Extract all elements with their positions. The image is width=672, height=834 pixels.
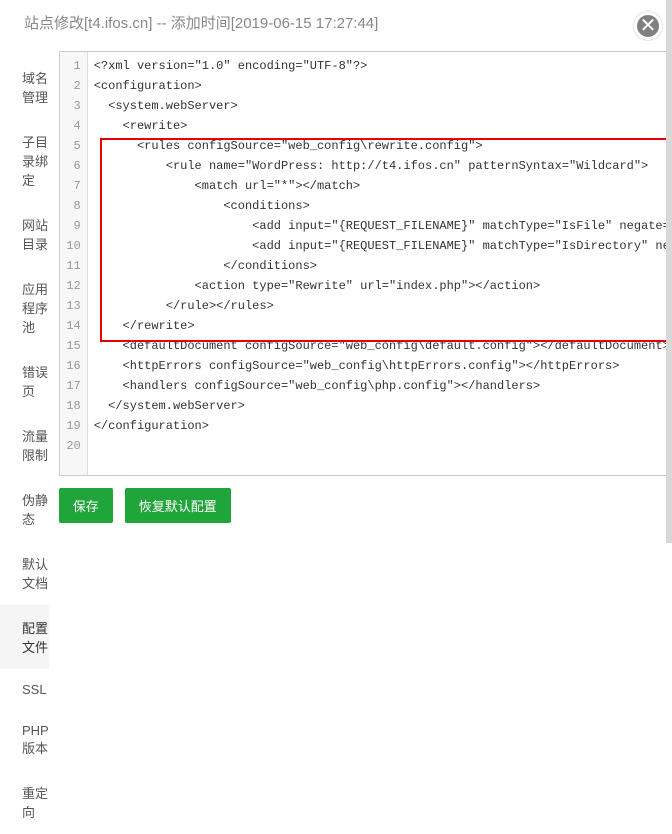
line-number: 20: [60, 436, 87, 456]
line-number: 1: [60, 56, 87, 76]
code-line[interactable]: <system.webServer>: [88, 96, 672, 116]
code-line[interactable]: <handlers configSource="web_config\php.c…: [88, 376, 672, 396]
line-number: 7: [60, 176, 87, 196]
line-number: 12: [60, 276, 87, 296]
line-number: 2: [60, 76, 87, 96]
code-line[interactable]: <conditions>: [88, 196, 672, 216]
footer: 保存 恢复默认配置: [59, 476, 672, 523]
sidebar-item[interactable]: 应用程序池: [0, 266, 49, 349]
line-gutter: 1234567891011121314151617181920: [60, 52, 88, 475]
sidebar-item[interactable]: 域名管理: [0, 55, 49, 119]
main-panel: 1234567891011121314151617181920 <?xml ve…: [49, 43, 672, 533]
code-line[interactable]: <rule name="WordPress: http://t4.ifos.cn…: [88, 156, 672, 176]
close-button[interactable]: ✕: [634, 12, 662, 40]
restore-default-button[interactable]: 恢复默认配置: [125, 488, 231, 523]
code-editor[interactable]: 1234567891011121314151617181920 <?xml ve…: [59, 51, 672, 476]
line-number: 19: [60, 416, 87, 436]
code-line[interactable]: <httpErrors configSource="web_config\htt…: [88, 356, 672, 376]
line-number: 14: [60, 316, 87, 336]
modal-title: 站点修改[t4.ifos.cn] -- 添加时间[2019-06-15 17:2…: [24, 12, 378, 33]
line-number: 8: [60, 196, 87, 216]
code-line[interactable]: <defaultDocument configSource="web_confi…: [88, 336, 672, 356]
sidebar-item[interactable]: 重定向: [0, 770, 49, 834]
close-icon: ✕: [640, 16, 657, 36]
code-line[interactable]: </rewrite>: [88, 316, 672, 336]
code-line[interactable]: <configuration>: [88, 76, 672, 96]
code-line[interactable]: <action type="Rewrite" url="index.php"><…: [88, 276, 672, 296]
code-line[interactable]: </rule></rules>: [88, 296, 672, 316]
code-line[interactable]: </conditions>: [88, 256, 672, 276]
code-line[interactable]: </system.webServer>: [88, 396, 672, 416]
line-number: 16: [60, 356, 87, 376]
line-number: 10: [60, 236, 87, 256]
line-number: 13: [60, 296, 87, 316]
line-number: 4: [60, 116, 87, 136]
sidebar-item[interactable]: SSL: [0, 669, 49, 710]
sidebar-item[interactable]: 配置文件: [0, 605, 49, 669]
sidebar-item[interactable]: PHP版本: [0, 710, 49, 770]
line-number: 18: [60, 396, 87, 416]
line-number: 5: [60, 136, 87, 156]
save-button[interactable]: 保存: [59, 488, 113, 523]
sidebar-item[interactable]: 子目录绑定: [0, 119, 49, 202]
line-number: 3: [60, 96, 87, 116]
sidebar-item[interactable]: 伪静态: [0, 477, 49, 541]
line-number: 9: [60, 216, 87, 236]
sidebar-item[interactable]: 默认文档: [0, 541, 49, 605]
code-line[interactable]: <match url="*"></match>: [88, 176, 672, 196]
line-number: 17: [60, 376, 87, 396]
code-line[interactable]: </configuration>: [88, 416, 672, 436]
code-line[interactable]: <rewrite>: [88, 116, 672, 136]
line-number: 11: [60, 256, 87, 276]
sidebar: 域名管理子目录绑定网站目录应用程序池错误页流量限制伪静态默认文档配置文件SSLP…: [0, 43, 49, 533]
sidebar-item[interactable]: 流量限制: [0, 413, 49, 477]
code-line[interactable]: <add input="{REQUEST_FILENAME}" matchTyp…: [88, 216, 672, 236]
code-line[interactable]: <add input="{REQUEST_FILENAME}" matchTyp…: [88, 236, 672, 256]
sidebar-item[interactable]: 网站目录: [0, 202, 49, 266]
modal-header: 站点修改[t4.ifos.cn] -- 添加时间[2019-06-15 17:2…: [0, 0, 672, 43]
code-area[interactable]: <?xml version="1.0" encoding="UTF-8"?><c…: [88, 52, 672, 475]
code-line[interactable]: <rules configSource="web_config\rewrite.…: [88, 136, 672, 156]
line-number: 15: [60, 336, 87, 356]
sidebar-item[interactable]: 错误页: [0, 349, 49, 413]
line-number: 6: [60, 156, 87, 176]
code-line[interactable]: <?xml version="1.0" encoding="UTF-8"?>: [88, 56, 672, 76]
